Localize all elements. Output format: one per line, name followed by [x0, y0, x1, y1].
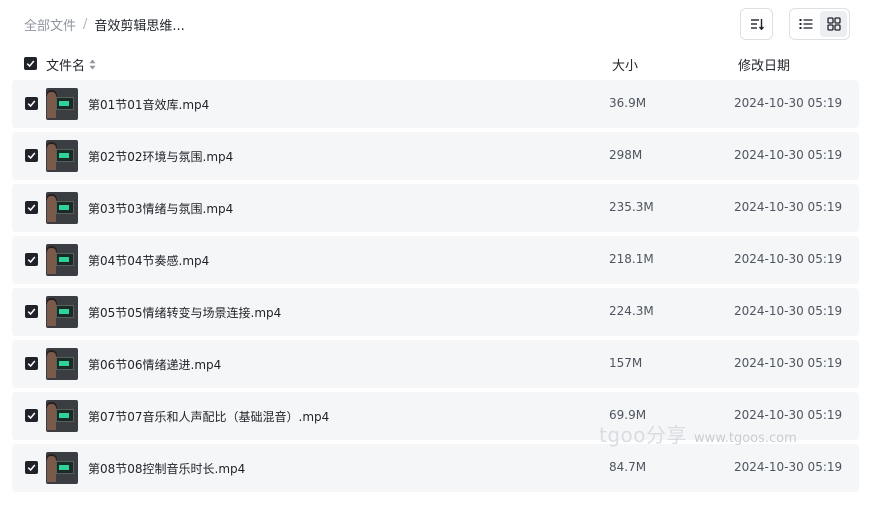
file-row[interactable]: 第02节02环境与氛围.mp4 298M 2024-10-30 05:19 — [12, 132, 859, 180]
file-row[interactable]: 第03节03情绪与氛围.mp4 235.3M 2024-10-30 05:19 — [12, 184, 859, 232]
file-size: 218.1M — [609, 252, 654, 266]
file-name[interactable]: 第01节01音效库.mp4 — [88, 96, 209, 113]
file-checkbox[interactable] — [25, 305, 38, 318]
sort-toggle-icon — [89, 59, 96, 70]
grid-view-button[interactable] — [820, 11, 847, 37]
file-name[interactable]: 第04节04节奏感.mp4 — [88, 252, 209, 269]
grid-view-icon — [826, 17, 841, 31]
list-view-icon — [799, 19, 812, 29]
view-switch — [789, 8, 850, 40]
file-checkbox[interactable] — [25, 97, 38, 110]
file-date: 2024-10-30 05:19 — [734, 408, 843, 422]
file-size: 298M — [609, 148, 643, 162]
file-date: 2024-10-30 05:19 — [734, 460, 843, 474]
file-date: 2024-10-30 05:19 — [734, 148, 843, 162]
check-icon — [27, 464, 36, 472]
file-checkbox[interactable] — [25, 409, 38, 422]
file-row[interactable]: 第07节07音乐和人声配比（基础混音）.mp4 69.9M 2024-10-30… — [12, 392, 859, 440]
select-all-checkbox[interactable] — [24, 57, 37, 70]
video-thumbnail — [46, 192, 78, 224]
file-date: 2024-10-30 05:19 — [734, 304, 843, 318]
file-size: 235.3M — [609, 200, 654, 214]
file-row[interactable]: 第06节06情绪递进.mp4 157M 2024-10-30 05:19 — [12, 340, 859, 388]
check-icon — [27, 100, 36, 108]
video-thumbnail — [46, 452, 78, 484]
file-row[interactable]: 第08节08控制音乐时长.mp4 84.7M 2024-10-30 05:19 — [12, 444, 859, 492]
file-size: 84.7M — [609, 460, 647, 474]
file-name[interactable]: 第07节07音乐和人声配比（基础混音）.mp4 — [88, 408, 329, 425]
video-thumbnail — [46, 296, 78, 328]
file-list: 第01节01音效库.mp4 36.9M 2024-10-30 05:19 第02… — [12, 80, 859, 496]
file-checkbox[interactable] — [25, 201, 38, 214]
sort-icon — [750, 19, 764, 31]
column-header-name-label: 文件名 — [46, 59, 86, 74]
video-thumbnail — [46, 348, 78, 380]
video-thumbnail — [46, 88, 78, 120]
file-checkbox[interactable] — [25, 149, 38, 162]
video-thumbnail — [46, 244, 78, 276]
file-size: 157M — [609, 356, 643, 370]
breadcrumb-separator: / — [83, 16, 88, 32]
check-icon — [26, 60, 35, 68]
table-header: 文件名 大小 修改日期 — [12, 52, 859, 76]
check-icon — [27, 152, 36, 160]
breadcrumb-current-folder: 音效剪辑思维... — [94, 18, 185, 34]
video-thumbnail — [46, 400, 78, 432]
check-icon — [27, 204, 36, 212]
file-row[interactable]: 第04节04节奏感.mp4 218.1M 2024-10-30 05:19 — [12, 236, 859, 284]
file-date: 2024-10-30 05:19 — [734, 356, 843, 370]
file-size: 69.9M — [609, 408, 647, 422]
sort-button[interactable] — [740, 8, 773, 40]
check-icon — [27, 360, 36, 368]
video-thumbnail — [46, 140, 78, 172]
column-header-date[interactable]: 修改日期 — [738, 55, 790, 74]
file-size: 36.9M — [609, 96, 647, 110]
file-name[interactable]: 第05节05情绪转变与场景连接.mp4 — [88, 304, 281, 321]
file-checkbox[interactable] — [25, 461, 38, 474]
column-header-name[interactable]: 文件名 — [46, 55, 96, 74]
breadcrumb: 全部文件 / 音效剪辑思维... — [24, 14, 185, 34]
file-name[interactable]: 第02节02环境与氛围.mp4 — [88, 148, 233, 165]
file-checkbox[interactable] — [25, 253, 38, 266]
top-bar: 全部文件 / 音效剪辑思维... — [0, 0, 874, 48]
column-header-size[interactable]: 大小 — [612, 55, 638, 74]
file-size: 224.3M — [609, 304, 654, 318]
file-date: 2024-10-30 05:19 — [734, 200, 843, 214]
file-row[interactable]: 第01节01音效库.mp4 36.9M 2024-10-30 05:19 — [12, 80, 859, 128]
check-icon — [27, 308, 36, 316]
check-icon — [27, 412, 36, 420]
file-row[interactable]: 第05节05情绪转变与场景连接.mp4 224.3M 2024-10-30 05… — [12, 288, 859, 336]
file-date: 2024-10-30 05:19 — [734, 252, 843, 266]
file-name[interactable]: 第06节06情绪递进.mp4 — [88, 356, 221, 373]
file-name[interactable]: 第08节08控制音乐时长.mp4 — [88, 460, 245, 477]
file-checkbox[interactable] — [25, 357, 38, 370]
file-date: 2024-10-30 05:19 — [734, 96, 843, 110]
file-name[interactable]: 第03节03情绪与氛围.mp4 — [88, 200, 233, 217]
breadcrumb-root-link[interactable]: 全部文件 — [24, 15, 76, 34]
list-view-button[interactable] — [792, 11, 819, 37]
check-icon — [27, 256, 36, 264]
